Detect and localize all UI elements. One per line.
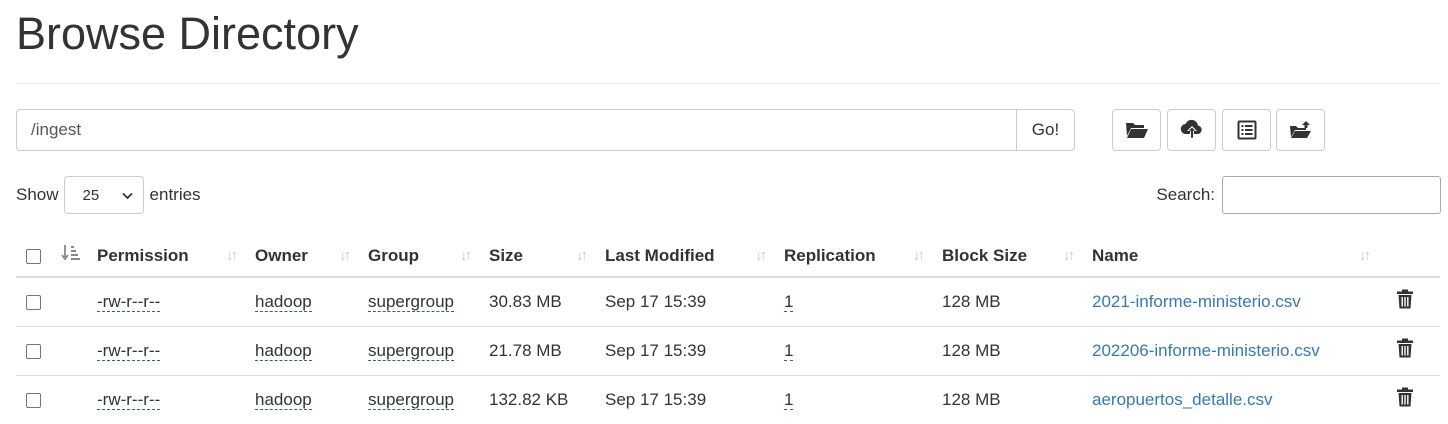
sort-icon: ↓↑ — [576, 247, 588, 264]
replication-header[interactable]: Replication ↓↑ — [784, 229, 942, 278]
replication-header-label: Replication — [784, 245, 876, 265]
sort-icon: ↓↑ — [755, 247, 767, 264]
entries-length-control: Show 25 entries — [16, 176, 201, 214]
search-control: Search: — [1156, 176, 1441, 214]
group-header[interactable]: Group ↓↑ — [368, 229, 489, 278]
block-size-cell: 128 MB — [942, 325, 1092, 375]
folder-open-icon — [1125, 120, 1149, 140]
entries-per-page-value: 25 — [82, 186, 100, 204]
permission-header-label: Permission — [97, 245, 189, 265]
cut-paste-button[interactable] — [1222, 109, 1271, 151]
permission-header[interactable]: Permission ↓↑ — [97, 229, 255, 278]
group-link[interactable]: supergroup — [368, 340, 455, 361]
create-directory-button[interactable] — [1112, 109, 1161, 151]
file-table: Permission ↓↑ Owner ↓↑ Group ↓↑ Size ↓↑ Last… — [16, 229, 1440, 424]
replication-link[interactable]: 1 — [784, 340, 794, 361]
select-all-header — [16, 229, 61, 278]
permission-link[interactable]: -rw-r--r-- — [97, 291, 161, 312]
file-name-link[interactable]: aeropuertos_detalle.csv — [1092, 390, 1273, 409]
page-title: Browse Directory — [16, 8, 359, 59]
sort-icon: ↓↑ — [1063, 247, 1075, 264]
name-header-label: Name — [1092, 245, 1139, 265]
type-cell — [61, 374, 97, 424]
size-cell: 132.82 KB — [489, 374, 605, 424]
table-row: -rw-r--r-- hadoop supergroup 132.82 KB S… — [16, 374, 1440, 424]
sort-icon: ↓↑ — [1359, 247, 1371, 264]
last-modified-header-label: Last Modified — [605, 245, 715, 265]
size-header-label: Size — [489, 245, 524, 265]
block-size-cell: 128 MB — [942, 374, 1092, 424]
owner-link[interactable]: hadoop — [255, 389, 312, 410]
group-link[interactable]: supergroup — [368, 291, 455, 312]
search-label: Search: — [1156, 185, 1215, 204]
cloud-upload-icon — [1180, 119, 1204, 141]
last-modified-cell: Sep 17 15:39 — [605, 374, 784, 424]
type-cell — [61, 325, 97, 375]
sort-icon: ↓↑ — [339, 247, 351, 264]
block-size-cell: 128 MB — [942, 291, 1001, 311]
chevron-down-icon — [121, 187, 133, 204]
search-input[interactable] — [1222, 176, 1441, 214]
trash-icon[interactable] — [1396, 289, 1414, 313]
list-alt-icon — [1237, 120, 1257, 140]
go-button[interactable]: Go! — [1016, 109, 1075, 151]
trash-icon[interactable] — [1396, 387, 1414, 411]
block-size-header-label: Block Size — [942, 245, 1028, 265]
sort-icon: ↓↑ — [226, 247, 238, 264]
replication-link[interactable]: 1 — [784, 389, 794, 410]
owner-link[interactable]: hadoop — [255, 340, 312, 361]
owner-link[interactable]: hadoop — [255, 291, 312, 312]
show-label: Show — [16, 185, 59, 204]
table-row: -rw-r--r-- hadoop supergroup 21.78 MB Se… — [16, 325, 1440, 375]
entries-label: entries — [149, 185, 201, 204]
name-header[interactable]: Name ↓↑ — [1092, 229, 1388, 278]
size-cell: 30.83 MB — [489, 291, 562, 311]
actions-header — [1388, 229, 1440, 278]
paste-button[interactable] — [1276, 109, 1325, 151]
directory-path-input[interactable] — [16, 109, 1016, 151]
upload-files-button[interactable] — [1167, 109, 1216, 151]
sort-amount-icon — [61, 245, 81, 266]
table-row: -rw-r--r-- hadoop supergroup 30.83 MB Se… — [16, 277, 1440, 326]
permission-link[interactable]: -rw-r--r-- — [97, 340, 161, 361]
size-cell: 21.78 MB — [489, 325, 605, 375]
file-name-link[interactable]: 202206-informe-ministerio.csv — [1092, 341, 1320, 360]
trash-icon[interactable] — [1396, 338, 1414, 362]
owner-header[interactable]: Owner ↓↑ — [255, 229, 368, 278]
row-checkbox[interactable] — [26, 294, 41, 310]
type-sort-header[interactable] — [61, 229, 97, 278]
entries-per-page-select[interactable]: 25 — [63, 176, 144, 214]
row-checkbox[interactable] — [26, 343, 41, 359]
title-divider — [16, 83, 1440, 84]
page: Browse Directory Go! — [0, 0, 1448, 424]
table-header-row: Permission ↓↑ Owner ↓↑ Group ↓↑ Size ↓↑ Last… — [16, 229, 1440, 278]
last-modified-header[interactable]: Last Modified ↓↑ — [605, 229, 784, 278]
owner-header-label: Owner — [255, 245, 308, 265]
sort-icon: ↓↑ — [913, 247, 925, 264]
group-link[interactable]: supergroup — [368, 389, 455, 410]
last-modified-cell: Sep 17 15:39 — [605, 291, 707, 311]
select-all-checkbox[interactable] — [26, 248, 41, 264]
sort-icon: ↓↑ — [460, 247, 472, 264]
type-cell — [61, 277, 97, 326]
block-size-header[interactable]: Block Size ↓↑ — [942, 229, 1092, 278]
replication-link[interactable]: 1 — [784, 291, 794, 312]
permission-link[interactable]: -rw-r--r-- — [97, 389, 161, 410]
group-header-label: Group — [368, 245, 419, 265]
file-name-link[interactable]: 2021-informe-ministerio.csv — [1092, 292, 1301, 311]
row-checkbox[interactable] — [26, 392, 41, 408]
path-bar: Go! — [16, 109, 1075, 151]
size-header[interactable]: Size ↓↑ — [489, 229, 605, 278]
folder-create-icon — [1289, 120, 1313, 140]
last-modified-cell: Sep 17 15:39 — [605, 325, 784, 375]
